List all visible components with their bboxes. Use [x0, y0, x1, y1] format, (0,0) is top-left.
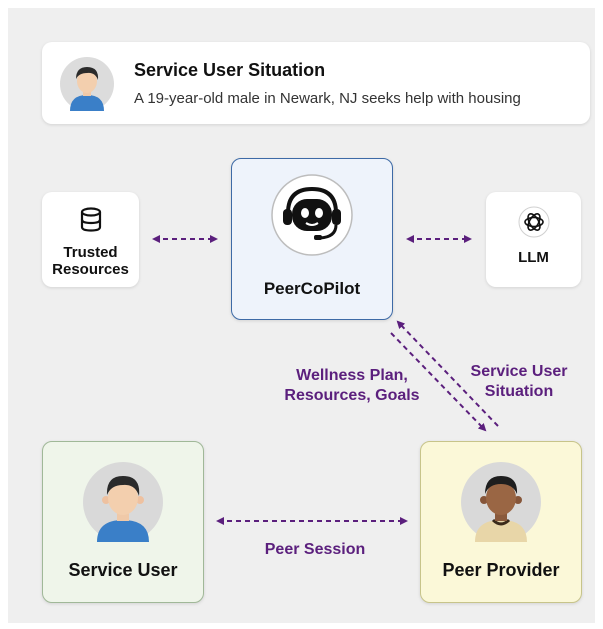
- edge-arrows: [152, 235, 499, 525]
- arrow-provider-to-copilot: [396, 320, 499, 427]
- arrow-copilot-to-provider: [390, 332, 487, 432]
